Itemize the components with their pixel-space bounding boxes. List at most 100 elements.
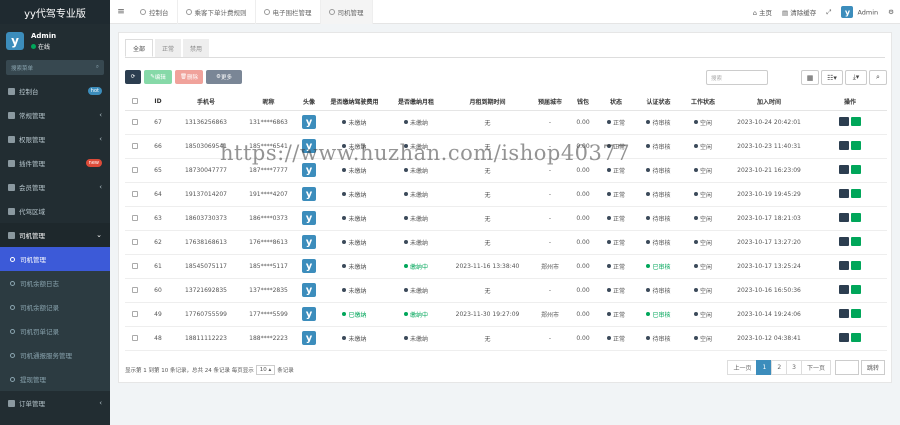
edit-row-button[interactable] (851, 332, 861, 342)
top-tab[interactable]: 乘客下单计费规则 (178, 0, 256, 24)
pagination: 上一页 1 2 3 下一页 跳转 (727, 360, 885, 375)
fullscreen-icon[interactable]: ⤢ (826, 8, 831, 17)
table-row[interactable]: 49 17760755599 177****5599 y 已缴纳 缴纳中 2023-11-3… (125, 302, 887, 327)
page-button[interactable]: 1 (756, 360, 773, 375)
page-button[interactable]: 2 (771, 360, 788, 375)
search-icon[interactable]: ⌕ (869, 70, 887, 85)
view-button[interactable] (839, 140, 849, 150)
sidebar-item[interactable]: 会员管理 ‹ (0, 175, 110, 199)
admin-menu[interactable]: y Admin (841, 6, 878, 18)
sidebar-item[interactable]: 插件管理 new (0, 151, 110, 175)
table-row[interactable]: 60 13721692835 137****2835 y 未缴纳 未缴纳 无 -0.00 正常 待… (125, 278, 887, 303)
edit-row-button[interactable] (851, 116, 861, 126)
table-row[interactable]: 48 18811112223 188****2223 y 未缴纳 未缴纳 无 -0.00 正常 待… (125, 326, 887, 351)
view-button[interactable] (839, 308, 849, 318)
row-checkbox[interactable] (132, 311, 138, 317)
row-checkbox[interactable] (132, 239, 138, 245)
sidebar-item[interactable]: 权限管理 ‹ (0, 127, 110, 151)
edit-row-button[interactable] (851, 308, 861, 318)
toggle-view-icon[interactable]: ▦ (801, 70, 819, 85)
page-size-select[interactable]: 10 ▴ (255, 365, 276, 375)
page-button[interactable]: 3 (786, 360, 802, 375)
subnav-item[interactable]: 司机余额记录 (0, 295, 110, 319)
row-checkbox[interactable] (132, 143, 138, 149)
jump-button[interactable]: 跳转 (860, 360, 885, 375)
row-checkbox[interactable] (132, 263, 138, 269)
row-checkbox[interactable] (132, 167, 138, 173)
sidebar-item[interactable]: 司机管理 ⌄ (0, 223, 110, 247)
table-search-input[interactable]: 搜索 (706, 70, 768, 85)
panel-tabs: 全部 正常 禁用 (125, 39, 211, 57)
view-button[interactable] (839, 212, 849, 222)
table-row[interactable]: 67 13136256863 131****6863 y 未缴纳 未缴纳 无 -0.00 正常 待… (125, 110, 887, 135)
status-text: 未缴纳 (409, 239, 428, 247)
columns-icon[interactable]: ☷▾ (821, 70, 843, 85)
subnav-item[interactable]: 司机通报服务管理 (0, 343, 110, 367)
sidebar-item-label: 权限管理 (19, 136, 45, 144)
top-tab[interactable]: 司机管理 (320, 0, 373, 24)
panel-tab[interactable]: 全部 (125, 39, 154, 57)
menu-search-input[interactable]: 搜索菜单 ⌕ (6, 60, 104, 75)
sidebar-item-orders[interactable]: 订单管理 ‹ (0, 391, 110, 415)
refresh-button[interactable]: ⟳ (125, 70, 141, 84)
prev-page-button[interactable]: 上一页 (727, 360, 758, 375)
row-checkbox[interactable] (132, 191, 138, 197)
view-button[interactable] (839, 284, 849, 294)
table-row[interactable]: 64 19137014207 191****4207 y 未缴纳 未缴纳 无 -0.00 正常 待… (125, 182, 887, 207)
table-row[interactable]: 63 18603730373 186****0373 y 未缴纳 未缴纳 无 -0.00 正常 待… (125, 206, 887, 231)
top-tab[interactable]: 电子围栏管理 (256, 0, 321, 24)
home-link[interactable]: ⌂ 主页 (753, 7, 772, 17)
subnav-item[interactable]: 提现管理 (0, 367, 110, 391)
edit-row-button[interactable] (851, 188, 861, 198)
cell-phone: 18545075117 (171, 254, 241, 279)
cell-auth-status: 已审核 (636, 254, 681, 279)
status-dot-icon (606, 216, 611, 220)
edit-button[interactable]: ✎ 编辑 (144, 70, 172, 84)
view-button[interactable] (839, 164, 849, 174)
cell-rent-status: 未缴纳 (387, 326, 445, 351)
row-checkbox[interactable] (132, 119, 138, 125)
edit-row-button[interactable] (851, 284, 861, 294)
status-dot-icon (342, 336, 347, 340)
more-button[interactable]: ⚙ 更多 (206, 70, 242, 84)
edit-row-button[interactable] (851, 236, 861, 246)
panel-tab[interactable]: 禁用 (183, 39, 210, 57)
status-dot-icon (693, 264, 698, 268)
sidebar-item[interactable]: 常规管理 ‹ (0, 103, 110, 127)
subnav-item[interactable]: 司机罚单记录 (0, 319, 110, 343)
cell-work-status: 空闲 (681, 230, 725, 255)
subnav-item[interactable]: 司机余额日志 (0, 271, 110, 295)
delete-button[interactable]: 🗑 删除 (175, 70, 203, 84)
edit-row-button[interactable] (851, 164, 861, 174)
checkbox[interactable] (132, 98, 138, 105)
sidebar-item[interactable]: 控制台 hot (0, 79, 110, 103)
table-row[interactable]: 62 17638168613 176****8613 y 未缴纳 未缴纳 无 -0.00 正常 待… (125, 230, 887, 255)
view-button[interactable] (839, 116, 849, 126)
export-icon[interactable]: ⤓▾ (845, 70, 867, 85)
edit-row-button[interactable] (851, 140, 861, 150)
select-all-checkbox[interactable] (125, 93, 145, 111)
status-label: 空闲 (693, 190, 712, 199)
row-checkbox[interactable] (132, 287, 138, 293)
subnav-item[interactable]: 司机管理 (0, 247, 110, 271)
page-jump-input[interactable] (834, 360, 859, 375)
panel-tab[interactable]: 正常 (155, 39, 182, 57)
settings-icon[interactable]: ⚙ (888, 8, 894, 16)
table-row[interactable]: 61 18545075117 185****5117 y 未缴纳 缴纳中 2023-11-1… (125, 254, 887, 279)
menu-toggle-icon[interactable]: ≡ (110, 7, 132, 17)
view-button[interactable] (839, 236, 849, 246)
row-checkbox[interactable] (132, 335, 138, 341)
edit-row-button[interactable] (851, 212, 861, 222)
top-tab[interactable]: 控制台 (132, 0, 178, 24)
cell-phone: 18603730373 (171, 206, 241, 231)
subnav-label: 司机罚单记录 (20, 328, 59, 336)
edit-row-button[interactable] (851, 260, 861, 270)
row-checkbox[interactable] (132, 215, 138, 221)
sidebar-item[interactable]: 代驾区域 (0, 199, 110, 223)
view-button[interactable] (839, 188, 849, 198)
next-page-button[interactable]: 下一页 (800, 360, 831, 375)
view-button[interactable] (839, 260, 849, 270)
status-text: 空闲 (699, 215, 712, 223)
view-button[interactable] (839, 332, 849, 342)
clear-cache-link[interactable]: ▤ 清除缓存 (782, 7, 816, 17)
